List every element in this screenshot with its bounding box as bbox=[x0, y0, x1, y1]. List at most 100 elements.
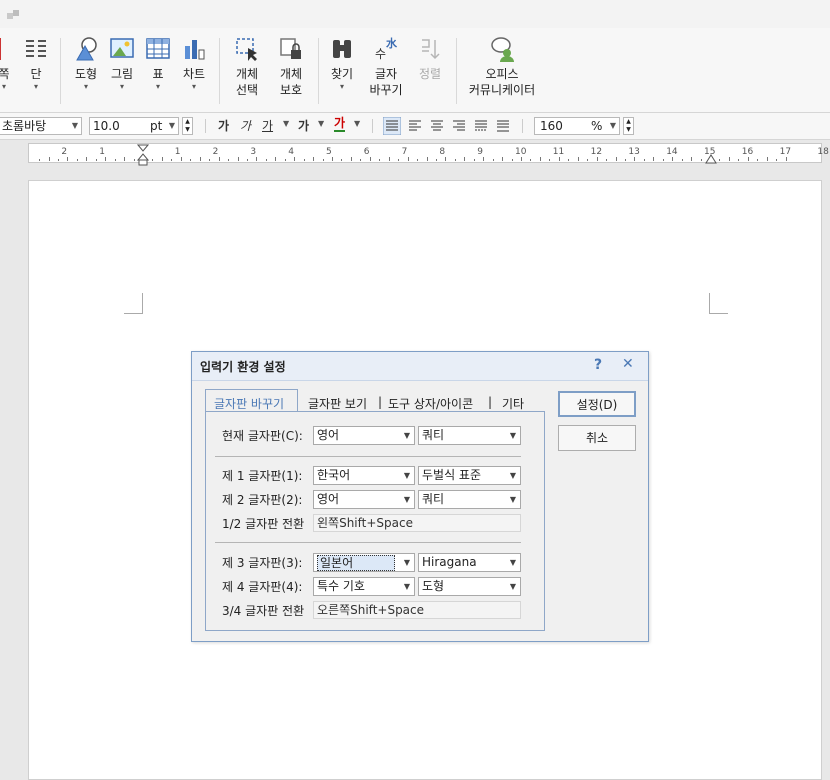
right-indent-marker-icon[interactable] bbox=[705, 153, 717, 164]
ruler-tick bbox=[445, 157, 447, 161]
tab-keyboard-switch[interactable]: 글자판 바꾸기 bbox=[214, 395, 284, 412]
tab-other[interactable]: 기타 bbox=[502, 395, 524, 412]
keyboard4-label: 제 4 글자판(4): bbox=[222, 580, 303, 594]
shape-button[interactable]: 도형 ▾ bbox=[70, 36, 102, 92]
font-size-combo[interactable]: 10.0 pt ▼ bbox=[89, 117, 179, 135]
strikethrough-button[interactable]: 가 bbox=[298, 117, 309, 134]
align-left-icon[interactable] bbox=[406, 117, 424, 135]
help-icon[interactable]: ? bbox=[594, 357, 602, 373]
replace-label: 글자 바꾸기 bbox=[369, 67, 403, 97]
current-language-select[interactable]: 영어 ▼ bbox=[313, 426, 415, 445]
keyboard4-layout-select[interactable]: 도형 ▼ bbox=[418, 577, 521, 596]
keyboard3-label: 제 3 글자판(3): bbox=[222, 556, 303, 570]
chevron-down-icon: ▼ bbox=[509, 495, 516, 504]
font-color-button[interactable]: 가 bbox=[334, 117, 346, 132]
caret-icon: ▾ bbox=[119, 82, 124, 91]
current-layout-value: 쿼티 bbox=[422, 428, 445, 442]
keyboard3-layout-select[interactable]: Hiragana ▼ bbox=[418, 553, 521, 572]
keyboard2-language-select[interactable]: 영어 ▼ bbox=[313, 490, 415, 509]
tab-keyboard-view[interactable]: 글자판 보기 bbox=[308, 395, 367, 412]
ruler-tick bbox=[502, 157, 504, 161]
zoom-spinner[interactable]: ▲ ▼ bbox=[623, 117, 634, 135]
align-justify-icon[interactable] bbox=[383, 117, 401, 135]
cancel-button[interactable]: 취소 bbox=[558, 425, 636, 451]
keyboard2-layout-select[interactable]: 쿼티 ▼ bbox=[418, 490, 521, 509]
table-label: 표 bbox=[152, 67, 164, 81]
table-button[interactable]: 표 ▾ bbox=[142, 36, 174, 92]
chevron-down-icon: ▼ bbox=[168, 121, 175, 130]
office-communicator-button[interactable]: 오피스 커뮤니케이터 bbox=[464, 36, 540, 98]
ribbon-separator bbox=[318, 38, 319, 104]
ruler-number: 1 bbox=[174, 147, 181, 157]
font-size-spinner[interactable]: ▲ ▼ bbox=[182, 117, 193, 135]
keyboard3-layout-value: Hiragana bbox=[422, 555, 477, 569]
ruler-number: 3 bbox=[250, 147, 257, 157]
app-icon bbox=[7, 10, 19, 19]
chevron-down-icon[interactable]: ▼ bbox=[318, 119, 324, 128]
ruler-tick bbox=[681, 159, 683, 161]
columns-button[interactable]: 단 ▾ bbox=[22, 36, 50, 92]
select-object-label: 개체 선택 bbox=[235, 67, 259, 97]
ruler-tick bbox=[133, 159, 135, 161]
tab-toolbox-icon[interactable]: 도구 상자/아이콘 bbox=[388, 395, 473, 412]
divide-icon[interactable] bbox=[494, 117, 512, 135]
keyboard4-language-select[interactable]: 특수 기호 ▼ bbox=[313, 577, 415, 596]
distribute-icon[interactable] bbox=[472, 117, 490, 135]
switch34-field[interactable]: 오른쪽Shift+Space bbox=[313, 601, 521, 619]
keyboard2-language-value: 영어 bbox=[317, 492, 340, 506]
ruler-tick bbox=[228, 159, 230, 161]
close-icon[interactable]: ✕ bbox=[622, 356, 634, 372]
ruler-tick bbox=[407, 157, 409, 161]
current-layout-select[interactable]: 쿼티 ▼ bbox=[418, 426, 521, 445]
ruler-tick bbox=[700, 159, 702, 161]
chevron-down-icon[interactable]: ▼ bbox=[354, 119, 360, 128]
sort-icon bbox=[422, 39, 440, 60]
bold-button[interactable]: 가 bbox=[218, 117, 229, 134]
keyboard1-language-select[interactable]: 한국어 ▼ bbox=[313, 466, 415, 485]
ruler-tick bbox=[360, 159, 362, 161]
protect-object-button[interactable]: 개체 보호 bbox=[272, 36, 310, 98]
horizontal-ruler[interactable]: 2 1 1 2 3 4 5 6 7 8 9 10 11 12 13 14 15 16 17 18 bbox=[28, 143, 829, 166]
keyboard1-layout-select[interactable]: 두벌식 표준 ▼ bbox=[418, 466, 521, 485]
ruler-tick bbox=[691, 157, 693, 161]
find-label: 찾기 bbox=[330, 67, 354, 81]
ruler-number: 2 bbox=[61, 147, 68, 157]
font-value: 초롬바탕 bbox=[2, 119, 47, 133]
keyboard3-language-select[interactable]: 일본어 ▼ bbox=[313, 553, 415, 572]
ruler-tick bbox=[511, 159, 513, 161]
tab-separator: | bbox=[378, 395, 383, 409]
zoom-combo[interactable]: 160 % ▼ bbox=[534, 117, 620, 135]
replace-button[interactable]: 수 水 글자 바꾸기 bbox=[364, 36, 408, 98]
ruler-tick bbox=[294, 157, 296, 161]
ruler-number: 1 bbox=[99, 147, 105, 157]
font-combo[interactable]: 초롬바탕 ▼ bbox=[0, 117, 82, 135]
sort-button[interactable]: 정렬 bbox=[414, 36, 446, 82]
tab-separator: | bbox=[488, 395, 493, 409]
ok-button[interactable]: 설정(D) bbox=[558, 391, 636, 417]
ruler-number: 4 bbox=[288, 147, 294, 157]
italic-button[interactable]: 가 bbox=[240, 117, 251, 134]
ruler-tick bbox=[483, 157, 485, 161]
ruler-tick bbox=[332, 157, 333, 161]
margin-corner-right bbox=[709, 293, 728, 314]
margin-corner-left bbox=[124, 293, 143, 314]
indent-marker-icon[interactable] bbox=[137, 144, 149, 166]
dialog-title-bar[interactable]: 입력기 환경 설정 ? ✕ bbox=[192, 352, 648, 381]
align-center-icon[interactable] bbox=[428, 117, 446, 135]
switch12-field[interactable]: 왼쪽Shift+Space bbox=[313, 514, 521, 532]
ruler-tick bbox=[350, 157, 352, 161]
find-button[interactable]: 찾기 ▾ bbox=[326, 36, 358, 92]
chevron-down-icon[interactable]: ▼ bbox=[283, 119, 289, 128]
chevron-down-icon: ▼ bbox=[509, 582, 516, 591]
select-object-button[interactable]: 개체 선택 bbox=[228, 36, 266, 98]
picture-label: 그림 bbox=[110, 67, 134, 81]
align-right-icon[interactable] bbox=[450, 117, 468, 135]
underline-button[interactable]: 가 bbox=[262, 117, 273, 134]
page-button[interactable]: 쪽 ▾ bbox=[0, 36, 14, 92]
ruler-tick bbox=[766, 157, 768, 161]
ruler-tick bbox=[785, 157, 787, 161]
picture-button[interactable]: 그림 ▾ bbox=[106, 36, 138, 92]
chart-button[interactable]: 차트 ▾ bbox=[178, 36, 210, 92]
ruler-tick bbox=[76, 159, 78, 161]
ruler-tick bbox=[369, 157, 371, 161]
